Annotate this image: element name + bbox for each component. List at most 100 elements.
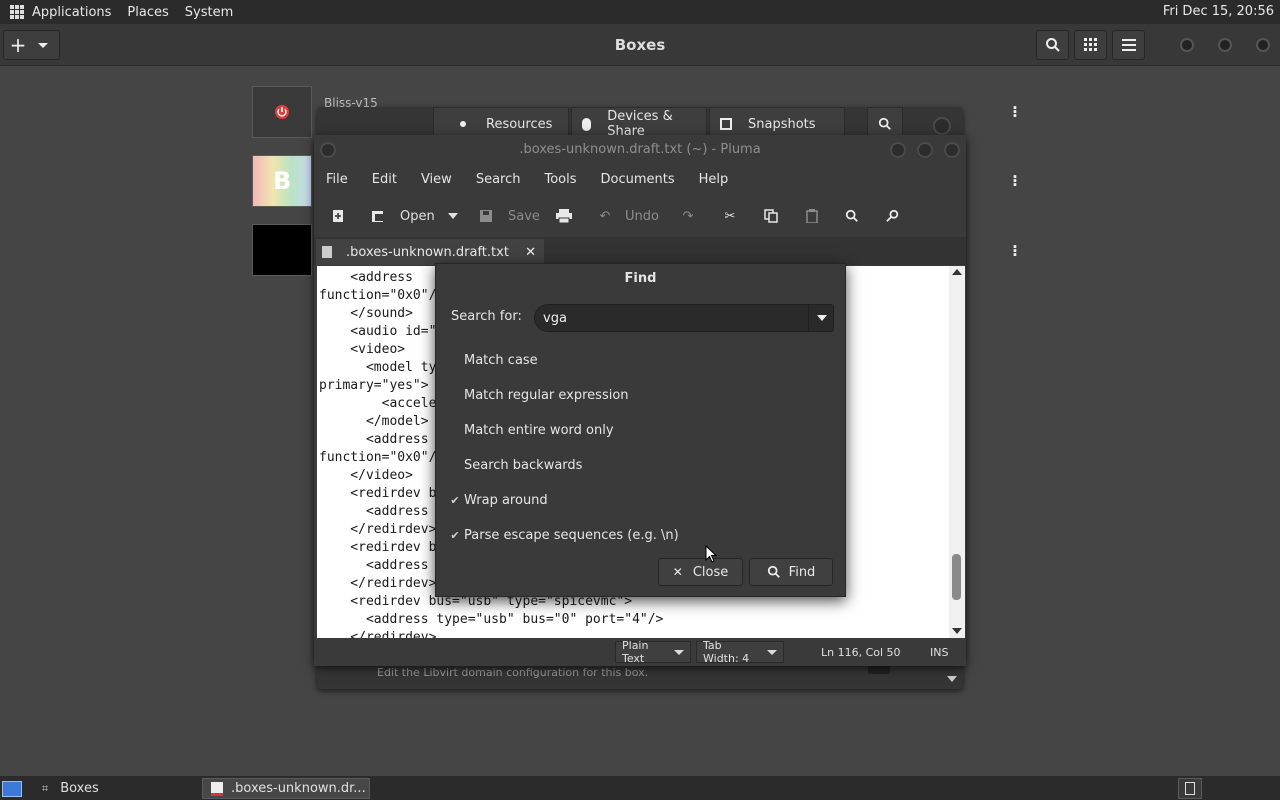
new-box-button[interactable]: + [3,30,60,60]
paste-button[interactable] [804,208,820,224]
menu-file[interactable]: File [314,172,360,187]
match-word-checkbox[interactable] [449,424,461,436]
cursor-position: Ln 116, Col 50 [821,646,901,659]
minimize-button[interactable] [1180,38,1194,52]
scroll-up-icon[interactable] [952,269,962,275]
clock[interactable]: Fri Dec 15, 20:56 [1163,4,1274,19]
box-menu-icon[interactable]: · · · [1012,170,1018,193]
find-replace-icon [885,208,901,224]
match-case-option[interactable]: Match case [449,350,538,370]
tab-close-icon[interactable]: ✕ [525,245,536,260]
save-button[interactable]: Save [478,208,540,224]
box-thumbnail-bliss[interactable] [252,86,312,138]
menu-tools[interactable]: Tools [532,172,588,187]
wrap-around-option[interactable]: ✔ Wrap around [449,490,548,510]
search-backwards-checkbox[interactable] [449,459,461,471]
close-button[interactable] [944,142,960,158]
close-button[interactable] [1256,38,1270,52]
plus-icon: + [9,33,27,57]
menu-view[interactable]: View [409,172,464,187]
power-icon [275,105,289,119]
find-button[interactable] [844,208,860,224]
taskbar-item-pluma[interactable]: .boxes-unknown.dr... [202,778,370,799]
close-button[interactable]: ✕ Close [658,558,743,586]
list-view-button[interactable] [1112,30,1145,60]
open-button[interactable]: Open [370,208,435,224]
search-backwards-option[interactable]: Search backwards [449,455,582,475]
mouse-icon [582,117,592,131]
workspace-switcher[interactable] [1178,778,1202,799]
match-case-checkbox[interactable] [449,354,461,366]
vertical-scrollbar[interactable] [949,266,965,638]
copy-button[interactable] [763,208,779,224]
find-replace-button[interactable] [885,208,901,224]
search-history-dropdown[interactable] [808,305,834,331]
wrap-around-checkbox[interactable]: ✔ [449,494,461,507]
menu-system[interactable]: System [177,5,241,20]
tab-resources-label: Resources [486,116,553,132]
menu-edit[interactable]: Edit [360,172,409,187]
match-regex-option[interactable]: Match regular expression [449,385,629,405]
chevron-down-icon[interactable] [947,676,957,682]
dot-icon [460,121,466,127]
cut-button[interactable]: ✂ [722,208,738,224]
box-menu-icon[interactable]: · · · [1012,101,1018,124]
match-word-option[interactable]: Match entire word only [449,420,614,440]
boxes-header-bar: + Boxes [0,24,1280,66]
tab-snapshots-label: Snapshots [748,116,816,132]
scrollbar-thumb[interactable] [952,554,961,600]
undo-button[interactable]: ↶ Undo [597,208,659,224]
find-button[interactable]: Find [749,558,833,586]
chevron-down-icon [767,649,777,655]
open-icon [370,208,386,224]
menu-help[interactable]: Help [687,172,741,187]
minimize-button[interactable] [890,142,906,158]
maximize-button[interactable] [917,142,933,158]
search-backwards-label: Search backwards [464,457,583,473]
search-input[interactable] [543,309,805,327]
chevron-down-icon [674,649,684,655]
new-document-button[interactable] [330,208,346,224]
print-button[interactable] [556,208,572,224]
bottom-taskbar: ⌗ Boxes .boxes-unknown.dr... [0,776,1280,800]
menu-search[interactable]: Search [464,172,533,187]
search-button[interactable] [1036,30,1069,60]
find-label: Find [788,564,816,580]
props-close-button[interactable] [933,117,951,135]
parse-escape-label: Parse escape sequences (e.g. \n) [464,527,679,543]
menu-places[interactable]: Places [119,5,176,20]
undo-icon: ↶ [599,208,611,224]
document-tab[interactable]: .boxes-unknown.draft.txt ✕ [316,239,544,265]
open-label: Open [400,208,435,224]
menu-documents[interactable]: Documents [589,172,687,187]
language-selector[interactable]: Plain Text [615,639,691,665]
redo-button[interactable]: ↷ [680,208,696,224]
menu-applications[interactable]: Applications [24,5,119,20]
boxes-app-icon: ⌗ [42,781,49,795]
maximize-button[interactable] [1218,38,1232,52]
show-desktop-icon[interactable] [2,781,22,797]
top-panel: Applications Places System Fri Dec 15, 2… [0,0,1280,24]
match-regex-checkbox[interactable] [449,389,461,401]
match-regex-label: Match regular expression [464,387,629,403]
status-bar: Plain Text Tab Width: 4 Ln 116, Col 50 I… [314,638,966,666]
box-thumbnail-3[interactable] [252,224,312,276]
box-menu-icon[interactable]: · · · [1012,240,1018,263]
wrap-around-label: Wrap around [464,492,548,508]
workspace-icon [1185,782,1195,795]
parse-escape-option[interactable]: ✔ Parse escape sequences (e.g. \n) [449,525,679,545]
open-recent-dropdown[interactable] [448,213,458,219]
close-label: Close [692,564,729,580]
window-menu-button[interactable] [320,142,336,158]
box-thumbnail-2[interactable]: B [252,155,312,207]
scroll-down-icon[interactable] [952,628,962,634]
grid-view-button[interactable] [1074,30,1107,60]
tab-width-selector[interactable]: Tab Width: 4 [696,639,784,665]
text-editor-app-icon [211,781,223,796]
redo-icon: ↷ [682,208,694,224]
applications-grid-icon[interactable] [10,5,24,19]
search-for-label: Search for: [451,309,522,324]
parse-escape-checkbox[interactable]: ✔ [449,529,461,542]
taskbar-item-boxes[interactable]: ⌗ Boxes [36,778,196,799]
search-icon [767,565,780,578]
